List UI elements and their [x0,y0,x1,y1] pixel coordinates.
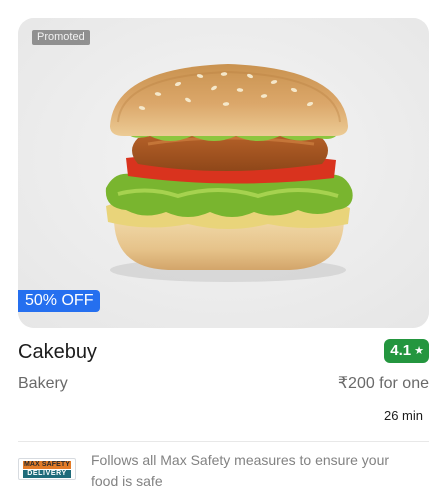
burger-photo [18,18,429,328]
promoted-tag: Promoted [32,30,90,45]
price-for-one: ₹200 for one [337,375,429,392]
max-safety-badge-bottom: DELIVERY [23,470,71,478]
rating-badge: 4.1 ★ [384,339,429,363]
restaurant-card[interactable]: Promoted 50% OFF Cakebuy 4.1 ★ Bakery ₹2… [0,0,439,500]
discount-badge: 50% OFF [18,290,101,312]
cuisine-label: Bakery [18,375,68,392]
restaurant-name[interactable]: Cakebuy [18,339,97,365]
delivery-time: 26 min [383,408,423,423]
rating-value: 4.1 [390,342,412,359]
star-icon: ★ [414,345,424,357]
max-safety-badge-icon: MAX SAFETY DELIVERY [18,458,76,480]
divider [18,441,429,442]
max-safety-badge-top: MAX SAFETY [23,461,71,469]
safety-message: Follows all Max Safety measures to ensur… [91,452,390,489]
restaurant-image[interactable]: Promoted 50% OFF [18,18,429,328]
